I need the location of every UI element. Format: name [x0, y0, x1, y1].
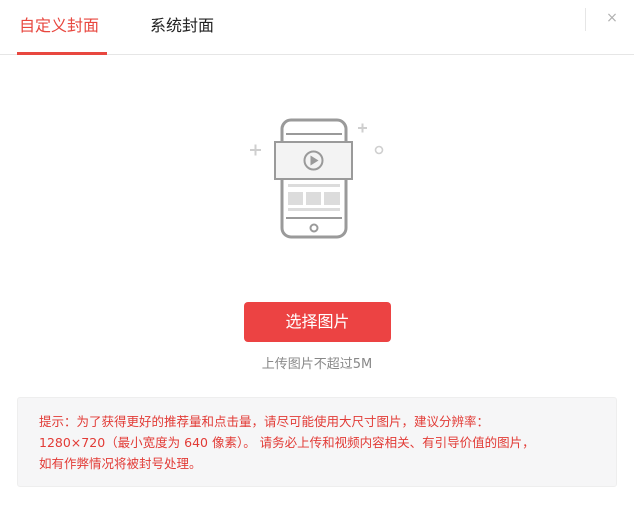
notice-line-1: 提示：为了获得更好的推荐量和点击量，请尽可能使用大尺寸图片，建议分辨率：	[39, 414, 490, 429]
notice-box: 提示：为了获得更好的推荐量和点击量，请尽可能使用大尺寸图片，建议分辨率： 128…	[17, 397, 617, 487]
notice-line-2: 1280×720（最小宽度为 640 像素）。 请务必上传和视频内容相关、有引导…	[39, 435, 535, 450]
phone-video-illustration	[250, 118, 384, 239]
close-icon[interactable]: ×	[603, 8, 621, 28]
notice-line-3: 如有作弊情况将被封号处理。	[39, 456, 202, 471]
tab-custom-cover[interactable]: 自定义封面	[19, 15, 99, 37]
plus-icon-right	[358, 123, 367, 133]
cover-dialog: 自定义封面 系统封面 × 选择图片 上传图片不超过5M 提示：为了获得更好的推荐…	[0, 0, 634, 508]
dot-icon	[374, 145, 384, 155]
tab-bar: 自定义封面 系统封面	[0, 0, 634, 55]
select-image-button[interactable]: 选择图片	[244, 302, 391, 342]
upload-size-hint: 上传图片不超过5M	[261, 357, 373, 372]
active-tab-indicator	[17, 52, 107, 55]
tab-system-cover[interactable]: 系统封面	[150, 15, 214, 37]
close-divider	[585, 8, 586, 31]
plus-icon-left	[250, 144, 261, 156]
